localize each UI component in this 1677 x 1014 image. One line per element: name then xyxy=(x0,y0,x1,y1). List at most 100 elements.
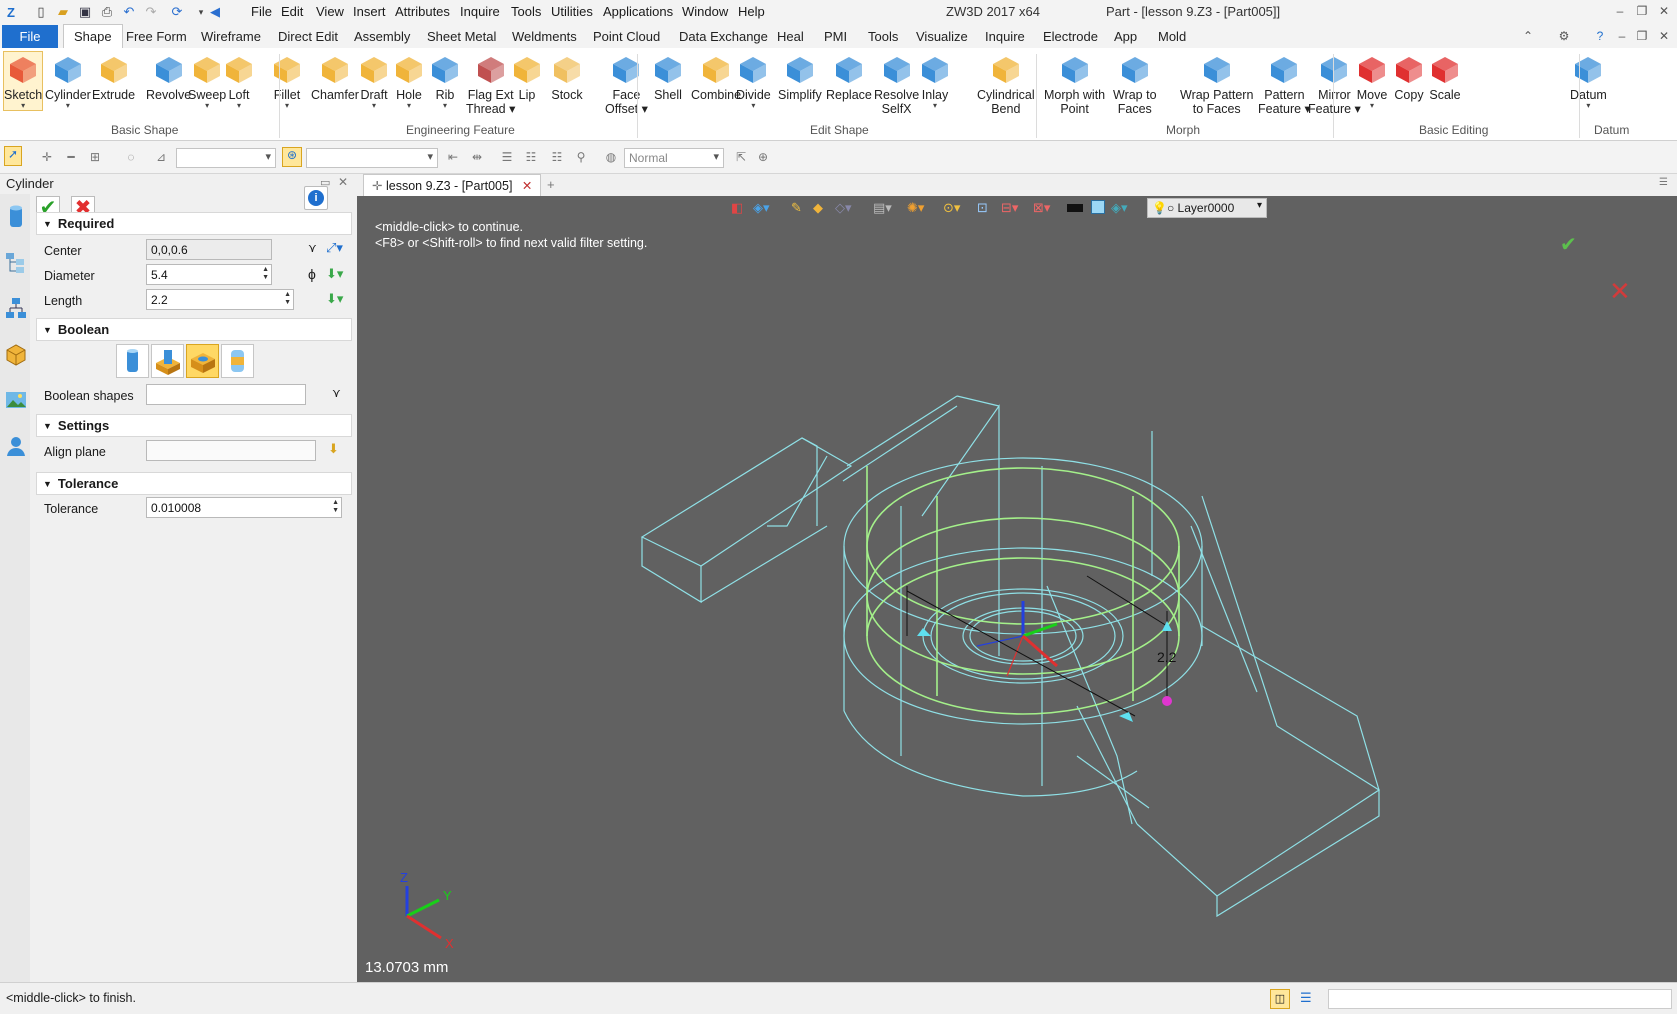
length-field[interactable]: 2.2 ▲ ▼ xyxy=(146,289,294,310)
info-button[interactable]: i xyxy=(304,186,328,210)
tab-list-icon[interactable]: ☰ xyxy=(1659,177,1668,188)
length-drag-handle[interactable] xyxy=(1162,696,1172,706)
select-pointer-icon[interactable]: ➚ xyxy=(4,146,22,166)
tab-visualize[interactable]: Visualize xyxy=(916,29,968,44)
align-plane-pick-icon[interactable]: ⬇ xyxy=(328,441,339,457)
menu-inquire[interactable]: Inquire xyxy=(460,4,500,19)
ribbon-fillet-button[interactable]: Fillet ▾ xyxy=(270,52,304,110)
align-center-icon[interactable]: ⇹ xyxy=(470,150,484,164)
dropdown-arrow-icon[interactable]: ▾ xyxy=(1570,102,1607,110)
redo-icon[interactable]: ↷ xyxy=(142,3,160,21)
boolean-shapes-field[interactable] xyxy=(146,384,306,405)
file-tab[interactable]: File xyxy=(2,25,58,48)
align-left-icon[interactable]: ⇤ xyxy=(446,150,460,164)
ribbon-face-button[interactable]: Face Offset ▾ xyxy=(605,52,648,116)
menu-utilities[interactable]: Utilities xyxy=(551,4,593,19)
dropdown-arrow-icon[interactable]: ▾ xyxy=(428,102,462,110)
dropdown-arrow-icon[interactable]: ▾ xyxy=(736,102,771,110)
dropdown-arrow-icon[interactable]: ▾ xyxy=(270,102,304,110)
ribbon-resolve-button[interactable]: Resolve SelfX xyxy=(874,52,919,116)
tab-direct-edit[interactable]: Direct Edit xyxy=(278,29,338,44)
pick-filter-icon[interactable]: ⊛ xyxy=(282,147,302,167)
collapse-ribbon-icon[interactable]: ⌃ xyxy=(1520,28,1536,44)
menu-attributes[interactable]: Attributes xyxy=(395,4,450,19)
open-file-icon[interactable]: ▰ xyxy=(54,3,72,21)
center-pick-icon[interactable]: ⤢▾ xyxy=(326,240,343,256)
tab-tools[interactable]: Tools xyxy=(868,29,898,44)
boolean-shapes-expand-icon[interactable]: ⋎ xyxy=(332,386,341,400)
part-box-icon[interactable] xyxy=(4,342,28,366)
render-mode-combo[interactable]: Normal xyxy=(624,148,724,168)
dropdown-arrow-icon[interactable]: ▾ xyxy=(188,102,226,110)
document-tab[interactable]: ✛ lesson 9.Z3 - [Part005] ✕ xyxy=(363,174,542,196)
ribbon-loft-button[interactable]: Loft ▾ xyxy=(222,52,256,110)
minimize-button[interactable]: – xyxy=(1612,3,1628,19)
dropdown-arrow-icon[interactable]: ▾ xyxy=(1355,102,1389,110)
dropdown-arrow-icon[interactable]: ▾ xyxy=(4,102,42,110)
menu-window[interactable]: Window xyxy=(682,4,728,19)
ribbon-sketch-button[interactable]: Sketch ▾ xyxy=(2,51,44,111)
ribbon-pattern-button[interactable]: Pattern Feature ▾ xyxy=(1258,52,1311,116)
diameter-field[interactable]: 5.4 ▲ ▼ xyxy=(146,264,272,285)
menu-insert[interactable]: Insert xyxy=(353,4,386,19)
status-input-field[interactable] xyxy=(1328,989,1672,1009)
tab-free-form[interactable]: Free Form xyxy=(126,29,187,44)
filter-icon[interactable]: ⊿ xyxy=(154,150,168,164)
tab-assembly[interactable]: Assembly xyxy=(354,29,410,44)
ribbon-stock-button[interactable]: Stock xyxy=(550,52,584,102)
assembly-tree-icon[interactable] xyxy=(4,296,28,320)
snap-icon[interactable]: ⊕ xyxy=(756,150,770,164)
add-filter-icon[interactable]: ✛ xyxy=(40,150,54,164)
diameter-symbol-icon[interactable]: ϕ xyxy=(308,266,316,282)
menu-help[interactable]: Help xyxy=(738,4,765,19)
tab-shape[interactable]: Shape xyxy=(63,24,123,48)
ribbon-wrap-to-button[interactable]: Wrap to Faces xyxy=(1113,52,1157,116)
close-panel-icon[interactable]: ✕ xyxy=(338,175,348,189)
status-list-icon[interactable]: ☰ xyxy=(1300,990,1312,1006)
tab-wireframe[interactable]: Wireframe xyxy=(201,29,261,44)
center-expand-icon[interactable]: ⋎ xyxy=(308,241,317,255)
cylinder-command-icon[interactable] xyxy=(4,204,28,228)
tab-mold[interactable]: Mold xyxy=(1158,29,1186,44)
dropdown-arrow-icon[interactable]: ▾ xyxy=(45,102,91,110)
tab-pmi[interactable]: PMI xyxy=(824,29,847,44)
new-file-icon[interactable]: ▯ xyxy=(32,3,50,21)
menu-applications[interactable]: Applications xyxy=(603,4,673,19)
tab-point-cloud[interactable]: Point Cloud xyxy=(593,29,660,44)
menu-tools[interactable]: Tools xyxy=(511,4,541,19)
ribbon-sweep-button[interactable]: Sweep ▾ xyxy=(188,52,226,110)
ribbon-cylinder-button[interactable]: Cylinder ▾ xyxy=(45,52,91,110)
ribbon-chamfer-button[interactable]: Chamfer xyxy=(311,52,359,102)
menu-file[interactable]: File xyxy=(251,4,272,19)
render-mode-icon[interactable]: ◍ xyxy=(604,150,618,164)
tab-data-exchange[interactable]: Data Exchange xyxy=(679,29,768,44)
ribbon-draft-button[interactable]: Draft ▾ xyxy=(357,52,391,110)
restore-button[interactable]: ❐ xyxy=(1634,3,1650,19)
ribbon-mirror-button[interactable]: Mirror Feature ▾ xyxy=(1308,52,1361,116)
boolean-remove-button[interactable] xyxy=(186,344,219,378)
lasso-icon[interactable]: ◌ xyxy=(124,150,138,164)
section-boolean[interactable]: Boolean xyxy=(36,318,352,341)
section-tolerance[interactable]: Tolerance xyxy=(36,472,352,495)
ribbon-move-button[interactable]: Move ▾ xyxy=(1355,52,1389,110)
ribbon-extrude-button[interactable]: Extrude xyxy=(92,52,135,102)
diameter-spinner[interactable]: ▲ ▼ xyxy=(262,266,269,282)
ribbon-inlay-button[interactable]: Inlay ▾ xyxy=(918,52,952,110)
save-icon[interactable]: ▣ xyxy=(76,3,94,21)
ribbon-morph-with-button[interactable]: Morph with Point xyxy=(1044,52,1105,116)
ribbon-rib-button[interactable]: Rib ▾ xyxy=(428,52,462,110)
3d-viewport[interactable]: ◧ ◈▾ ✎ ◆ ◇▾ ▤▾ ✺▾ ⊙▾ ⊡ ⊟▾ ⊠▾ ◈▾ 💡○ Layer… xyxy=(357,196,1677,982)
remove-filter-icon[interactable]: ━ xyxy=(64,150,78,164)
dropdown-arrow-icon[interactable]: ▾ xyxy=(222,102,256,110)
boolean-intersect-button[interactable] xyxy=(221,344,254,378)
undo-icon[interactable]: ↶ xyxy=(120,3,138,21)
close-window-button[interactable]: ✕ xyxy=(1656,3,1672,19)
ribbon-simplify-button[interactable]: Simplify xyxy=(778,52,822,102)
ribbon-combine-button[interactable]: Combine xyxy=(691,52,741,102)
diameter-measure-icon[interactable]: ⬇▾ xyxy=(326,266,343,282)
ribbon-revolve-button[interactable]: Revolve xyxy=(146,52,191,102)
settings-gear-icon[interactable]: ⚙ xyxy=(1556,28,1572,44)
ribbon-scale-button[interactable]: Scale xyxy=(1428,52,1462,102)
dropdown-arrow-icon[interactable]: ▾ xyxy=(392,102,426,110)
ribbon-shell-button[interactable]: Shell xyxy=(651,52,685,102)
